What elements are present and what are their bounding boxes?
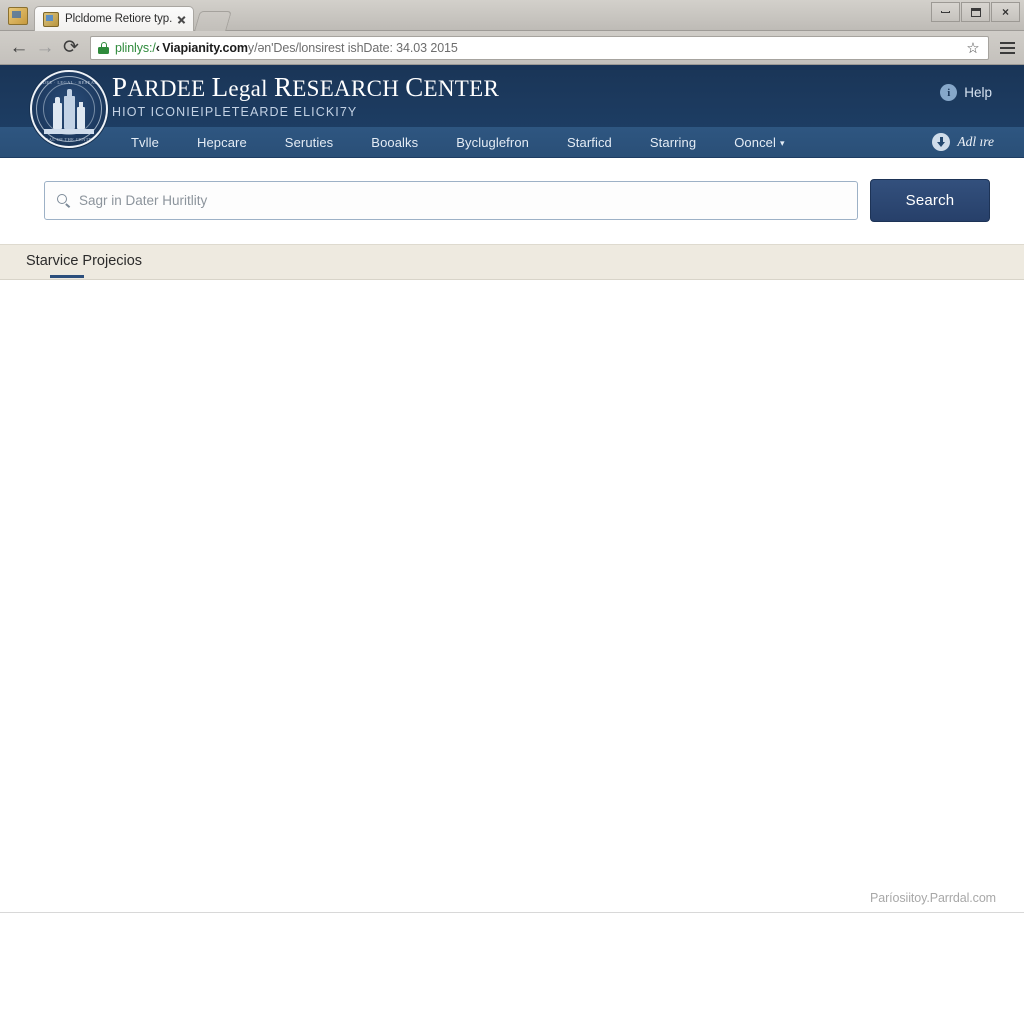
url-path: y/ən'Des/lonsirest ishDate: 34.03 2015: [247, 40, 458, 55]
site-navigation: Tvlle Hepcare Seruties Booalks Bycluglef…: [0, 127, 1024, 158]
nav-item-booalks[interactable]: Booalks: [352, 135, 437, 150]
download-circle-icon: [932, 133, 951, 151]
browser-window: Plcldome Retiore typ. × ← → ⟳ plinlys:/‹…: [0, 0, 1024, 1024]
help-label: Help: [964, 85, 992, 100]
footer-site-name: Paríosiitoy.Parrdal.com: [870, 891, 996, 905]
site-title-block: PARDEE Legal RESEARCH CENTER HIOT ICONIE…: [112, 73, 499, 118]
tab-close-icon[interactable]: [174, 12, 189, 27]
search-button[interactable]: Search: [870, 179, 990, 222]
back-button[interactable]: ←: [6, 35, 32, 61]
search-input[interactable]: [79, 193, 845, 208]
nav-item-hepcare[interactable]: Hepcare: [178, 135, 266, 150]
tab-starvice-projecios[interactable]: Starvice Projecios: [26, 253, 142, 278]
nav-item-ooncel-dropdown[interactable]: Ooncel ▾: [715, 135, 803, 150]
site-title: PARDEE Legal RESEARCH CENTER: [112, 72, 500, 103]
window-minimize-button[interactable]: [931, 2, 960, 22]
window-controls: ×: [931, 2, 1020, 22]
url-host: ‹ Viapianity.com: [155, 40, 248, 55]
archive-link[interactable]: Adl ıre: [932, 133, 994, 151]
url-scheme: plinlys:/: [115, 40, 156, 55]
nav-item-starring[interactable]: Starring: [631, 135, 715, 150]
nav-item-starficd[interactable]: Starficd: [548, 135, 631, 150]
section-tab-bar: Starvice Projecios: [0, 244, 1024, 280]
page-viewport: PARDEE · LEGAL · RESEARCH SEAL OF THE CE…: [0, 65, 1024, 1024]
search-icon: [57, 193, 71, 208]
browser-toolbar: ← → ⟳ plinlys:/‹ Viapianity.comy/ən'Des/…: [0, 31, 1024, 65]
seal-bottom-text: SEAL OF THE CENTER: [42, 137, 96, 142]
archive-label: Adl ıre: [957, 134, 994, 149]
tab-favicon-icon: [43, 11, 59, 27]
hamburger-menu-icon[interactable]: [996, 36, 1018, 60]
search-box[interactable]: [44, 181, 858, 220]
browser-titlebar: Plcldome Retiore typ. ×: [0, 0, 1024, 31]
chevron-down-icon: ▾: [780, 137, 785, 148]
site-header: PARDEE · LEGAL · RESEARCH SEAL OF THE CE…: [0, 65, 1024, 148]
search-strip: Search: [0, 158, 1024, 244]
nav-item-seruties[interactable]: Seruties: [266, 135, 353, 150]
institution-seal-logo: PARDEE · LEGAL · RESEARCH SEAL OF THE CE…: [30, 70, 108, 148]
reload-button[interactable]: ⟳: [58, 35, 84, 61]
help-link[interactable]: i Help: [940, 84, 992, 101]
address-bar[interactable]: plinlys:/‹ Viapianity.comy/ən'Des/lonsir…: [90, 35, 989, 60]
site-subtitle: HIOT ICONIEIPLETEARDE ELICKI7Y: [112, 104, 358, 119]
nav-item-ooncel-label: Ooncel: [734, 134, 776, 150]
application-icon: [8, 7, 28, 25]
address-bar-text: plinlys:/‹ Viapianity.comy/ən'Des/lonsir…: [115, 41, 962, 55]
page-content-area: Paríosiitoy.Parrdal.com: [0, 280, 1024, 970]
nav-item-bycluglefron[interactable]: Bycluglefron: [437, 135, 548, 150]
lock-icon: [98, 41, 109, 54]
info-icon: i: [940, 84, 958, 101]
page-footer: Paríosiitoy.Parrdal.com: [0, 891, 1024, 970]
window-maximize-button[interactable]: [961, 2, 990, 22]
tab-title: Plcldome Retiore typ.: [65, 13, 173, 25]
forward-button[interactable]: →: [32, 35, 58, 61]
window-close-button[interactable]: ×: [991, 2, 1020, 22]
seal-top-text: PARDEE · LEGAL · RESEARCH: [33, 80, 105, 85]
nav-item-tvlle[interactable]: Tvlle: [112, 135, 178, 150]
bookmark-star-icon[interactable]: ☆: [962, 37, 984, 59]
browser-tab[interactable]: Plcldome Retiore typ.: [34, 6, 195, 31]
new-tab-button[interactable]: [194, 11, 233, 31]
